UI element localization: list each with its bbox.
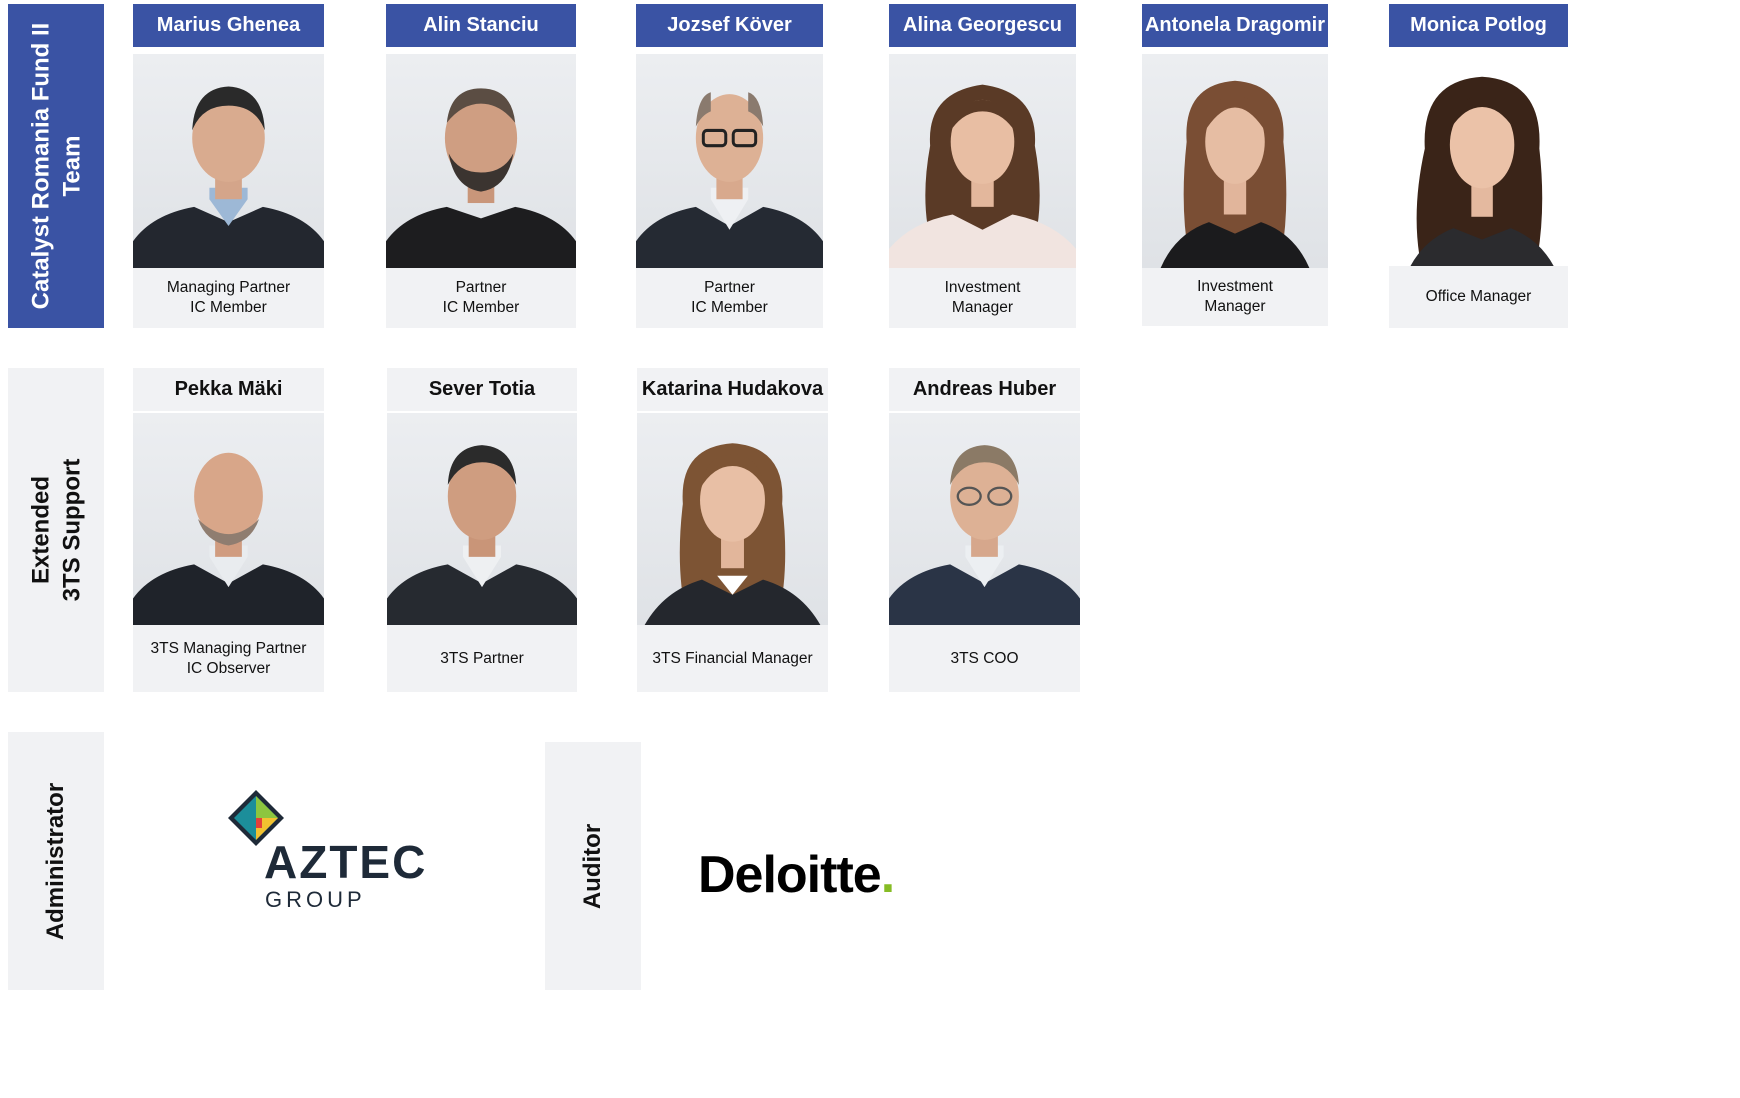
person-photo: [637, 413, 828, 625]
person-name: Sever Totia: [387, 368, 577, 411]
portrait-silhouette-icon: [1160, 80, 1310, 268]
person-name: Jozsef Köver: [636, 4, 823, 47]
person-photo: [133, 413, 324, 625]
deloitte-dot: .: [881, 846, 894, 902]
portrait-silhouette-icon: [644, 443, 821, 625]
team-card-alin-stanciu: Alin Stanciu Partner IC Member: [386, 4, 576, 328]
deloitte-logo: Deloitte.: [698, 842, 938, 904]
team-card-alina-georgescu: Alina Georgescu Investment Manager: [889, 4, 1076, 328]
person-role: Partner IC Member: [386, 268, 576, 328]
team-card-marius-ghenea: Marius Ghenea Managing Partner IC Member: [133, 4, 324, 328]
portrait-silhouette-icon: [133, 452, 324, 625]
person-name: Pekka Mäki: [133, 368, 324, 411]
person-role: Managing Partner IC Member: [133, 268, 324, 328]
section-label-text: Administrator: [42, 782, 70, 940]
person-name: Monica Potlog: [1389, 4, 1568, 47]
role-line: Investment: [1197, 278, 1273, 295]
role-line: IC Observer: [186, 659, 271, 677]
person-photo: [1142, 54, 1328, 268]
person-role: 3TS COO: [889, 625, 1080, 692]
section-label-administrator: Administrator: [8, 732, 104, 990]
portrait-silhouette-icon: [889, 445, 1080, 625]
section-label-line-1: Catalyst Romania Fund II: [27, 22, 54, 310]
person-photo: [636, 54, 823, 268]
portrait-silhouette-icon: [387, 445, 577, 625]
person-name: Andreas Huber: [889, 368, 1080, 411]
aztec-wordmark: AZTEC: [264, 836, 427, 888]
role-line: Partner: [704, 279, 755, 296]
deloitte-wordmark: Deloitte: [698, 846, 881, 902]
section-label-text: Auditor: [579, 823, 607, 909]
role-line: Partner: [455, 279, 507, 296]
role-line: IC Member: [190, 299, 267, 316]
svg-text:Deloitte.: Deloitte.: [698, 846, 894, 902]
person-photo: [1389, 54, 1568, 266]
person-role: Investment Manager: [1142, 268, 1328, 326]
aztec-group-logo: AZTEC GROUP: [224, 788, 434, 914]
section-label-auditor: Auditor: [545, 742, 641, 990]
person-name: Marius Ghenea: [133, 4, 324, 47]
person-role: Office Manager: [1389, 266, 1568, 328]
person-name: Katarina Hudakova: [637, 368, 828, 411]
role-line: IC Member: [442, 299, 520, 316]
person-name: Alin Stanciu: [386, 4, 576, 47]
role-line: Office Manager: [1425, 288, 1532, 305]
portrait-silhouette-icon: [386, 88, 576, 268]
team-card-pekka-maki: Pekka Mäki 3TS Managing Partner IC Obser…: [133, 368, 324, 692]
section-label-line-2: 3TS Support: [58, 458, 86, 602]
portrait-silhouette-icon: [133, 86, 324, 268]
role-line: 3TS Partner: [440, 649, 524, 667]
team-card-sever-totia: Sever Totia 3TS Partner: [387, 368, 577, 692]
person-role: Investment Manager: [889, 268, 1076, 328]
person-role: Partner IC Member: [636, 268, 823, 328]
person-role: 3TS Partner: [387, 625, 577, 692]
portrait-silhouette-icon: [636, 92, 823, 268]
section-label-core-team: Catalyst Romania Fund II Team: [8, 4, 104, 328]
role-line: 3TS COO: [950, 649, 1019, 667]
person-name: Antonela Dragomir: [1142, 4, 1328, 47]
person-role: 3TS Managing Partner IC Observer: [133, 625, 324, 692]
person-photo: [387, 413, 577, 625]
portrait-silhouette-icon: [1410, 76, 1554, 266]
team-card-andreas-huber: Andreas Huber 3TS COO: [889, 368, 1080, 692]
aztec-subtitle: GROUP: [265, 887, 366, 912]
role-line: IC Member: [691, 299, 768, 316]
role-line: Investment: [944, 279, 1021, 296]
team-card-antonela-dragomir: Antonela Dragomir Investment Manager: [1142, 4, 1328, 326]
team-card-katarina-hudakova: Katarina Hudakova 3TS Financial Manager: [637, 368, 828, 692]
person-photo: [889, 413, 1080, 625]
section-label-line-1: Extended: [27, 475, 55, 585]
role-line: Managing Partner: [166, 279, 291, 296]
person-photo: [889, 54, 1076, 268]
section-label-extended-support: Extended 3TS Support: [8, 368, 104, 692]
person-photo: [386, 54, 576, 268]
role-line: Manager: [1204, 298, 1266, 315]
person-role: 3TS Financial Manager: [637, 625, 828, 692]
person-name: Alina Georgescu: [889, 4, 1076, 47]
person-photo: [133, 54, 324, 268]
portrait-silhouette-icon: [889, 84, 1076, 268]
section-label-line-2: Team: [58, 135, 85, 197]
role-line: 3TS Financial Manager: [652, 649, 813, 667]
role-line: Manager: [951, 299, 1014, 316]
team-card-jozsef-kover: Jozsef Köver Partner IC Member: [636, 4, 823, 328]
team-card-monica-potlog: Monica Potlog Office Manager: [1389, 4, 1568, 328]
role-line: 3TS Managing Partner: [150, 639, 307, 657]
